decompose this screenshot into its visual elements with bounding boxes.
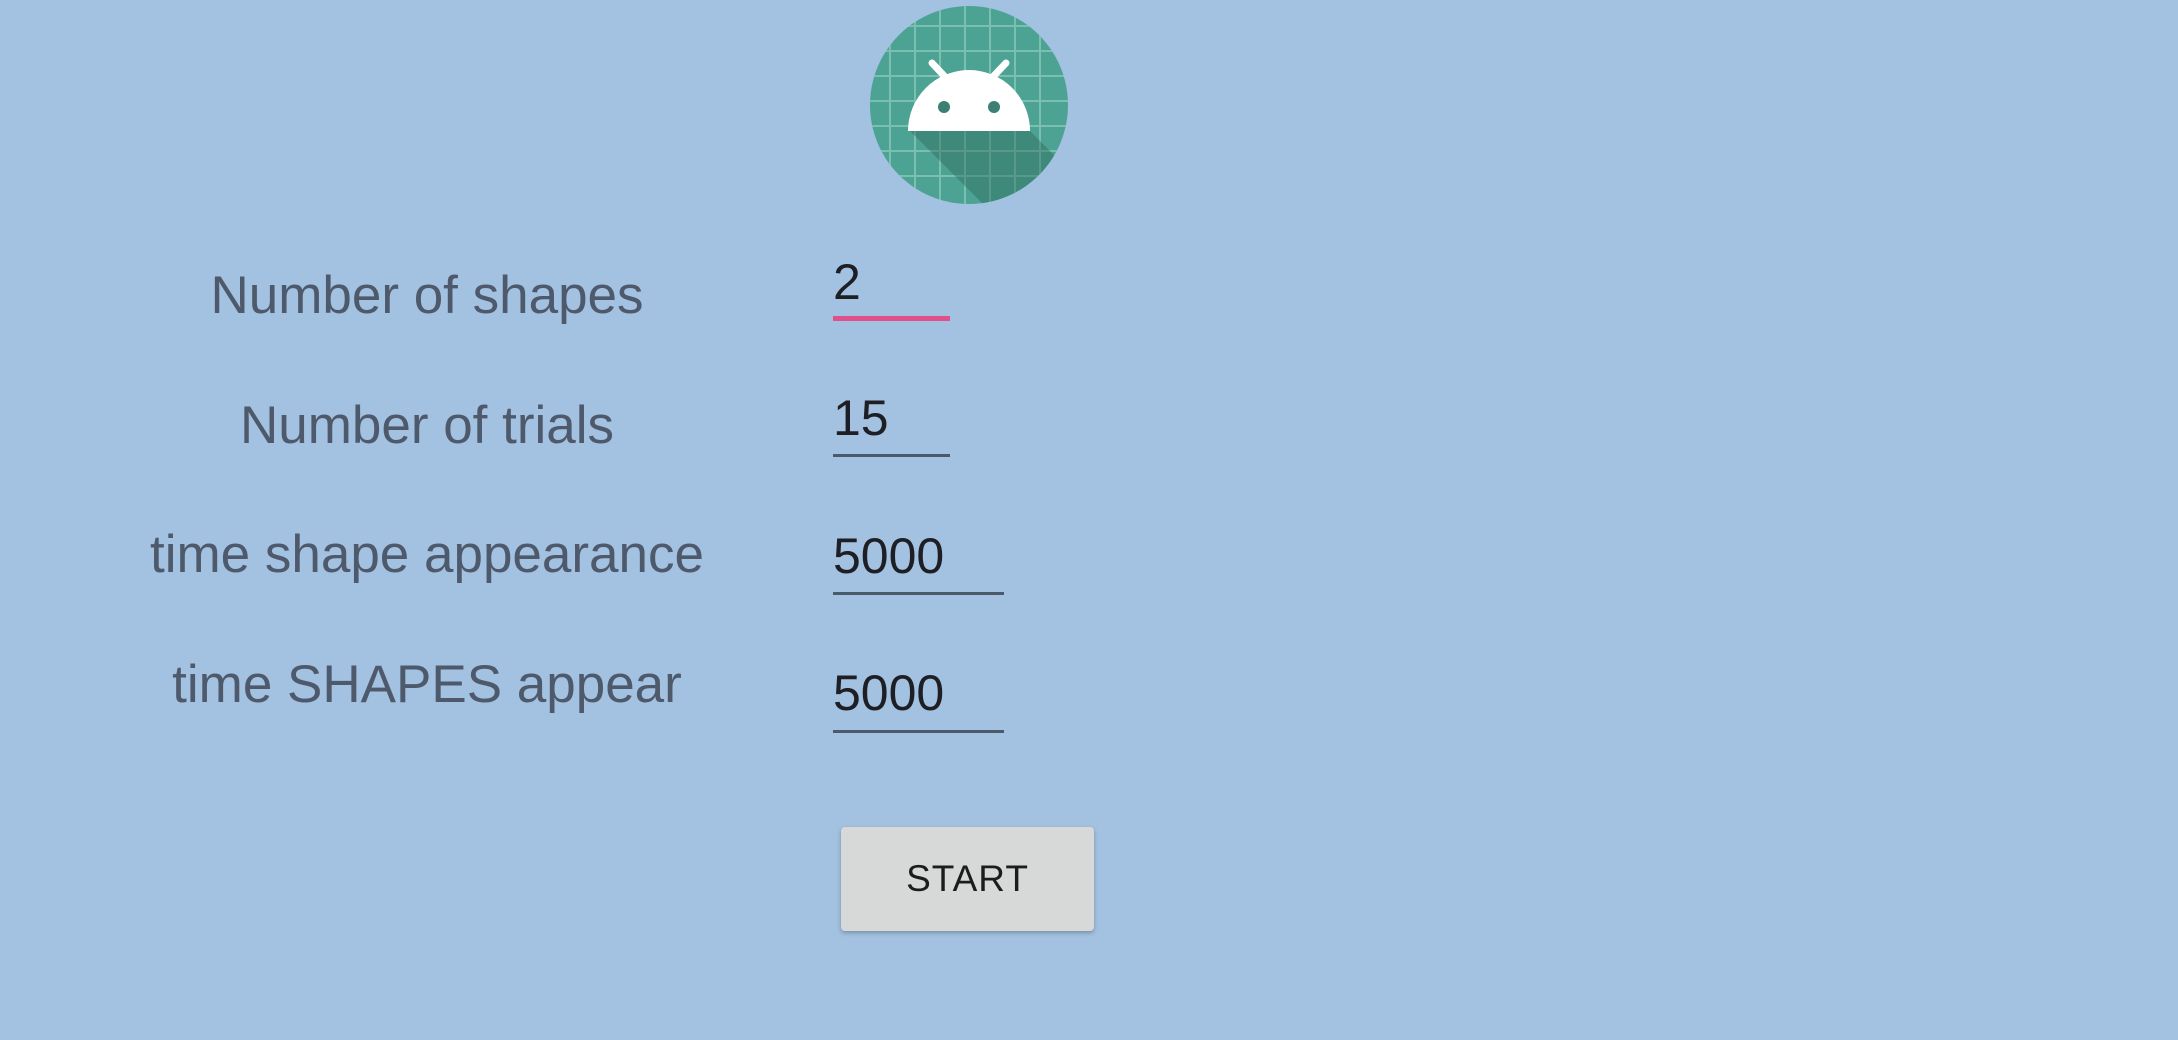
number-of-trials-underline [833,454,950,457]
number-of-trials-input[interactable]: 15 [833,388,889,448]
time-shapes-appear-label: time SHAPES appear [172,655,682,714]
number-of-shapes-label: Number of shapes [210,266,644,325]
number-of-trials-label: Number of trials [239,396,615,455]
time-shape-appearance-underline [833,592,1004,595]
start-button[interactable]: START [841,827,1094,931]
number-of-shapes-underline [833,316,950,321]
number-of-shapes-input[interactable]: 2 [833,252,861,312]
time-shapes-appear-input[interactable]: 5000 [833,663,944,723]
time-shapes-appear-underline [833,730,1004,733]
time-shape-appearance-input[interactable]: 5000 [833,526,944,586]
android-robot-icon [870,6,1068,204]
time-shape-appearance-label: time shape appearance [150,525,704,584]
